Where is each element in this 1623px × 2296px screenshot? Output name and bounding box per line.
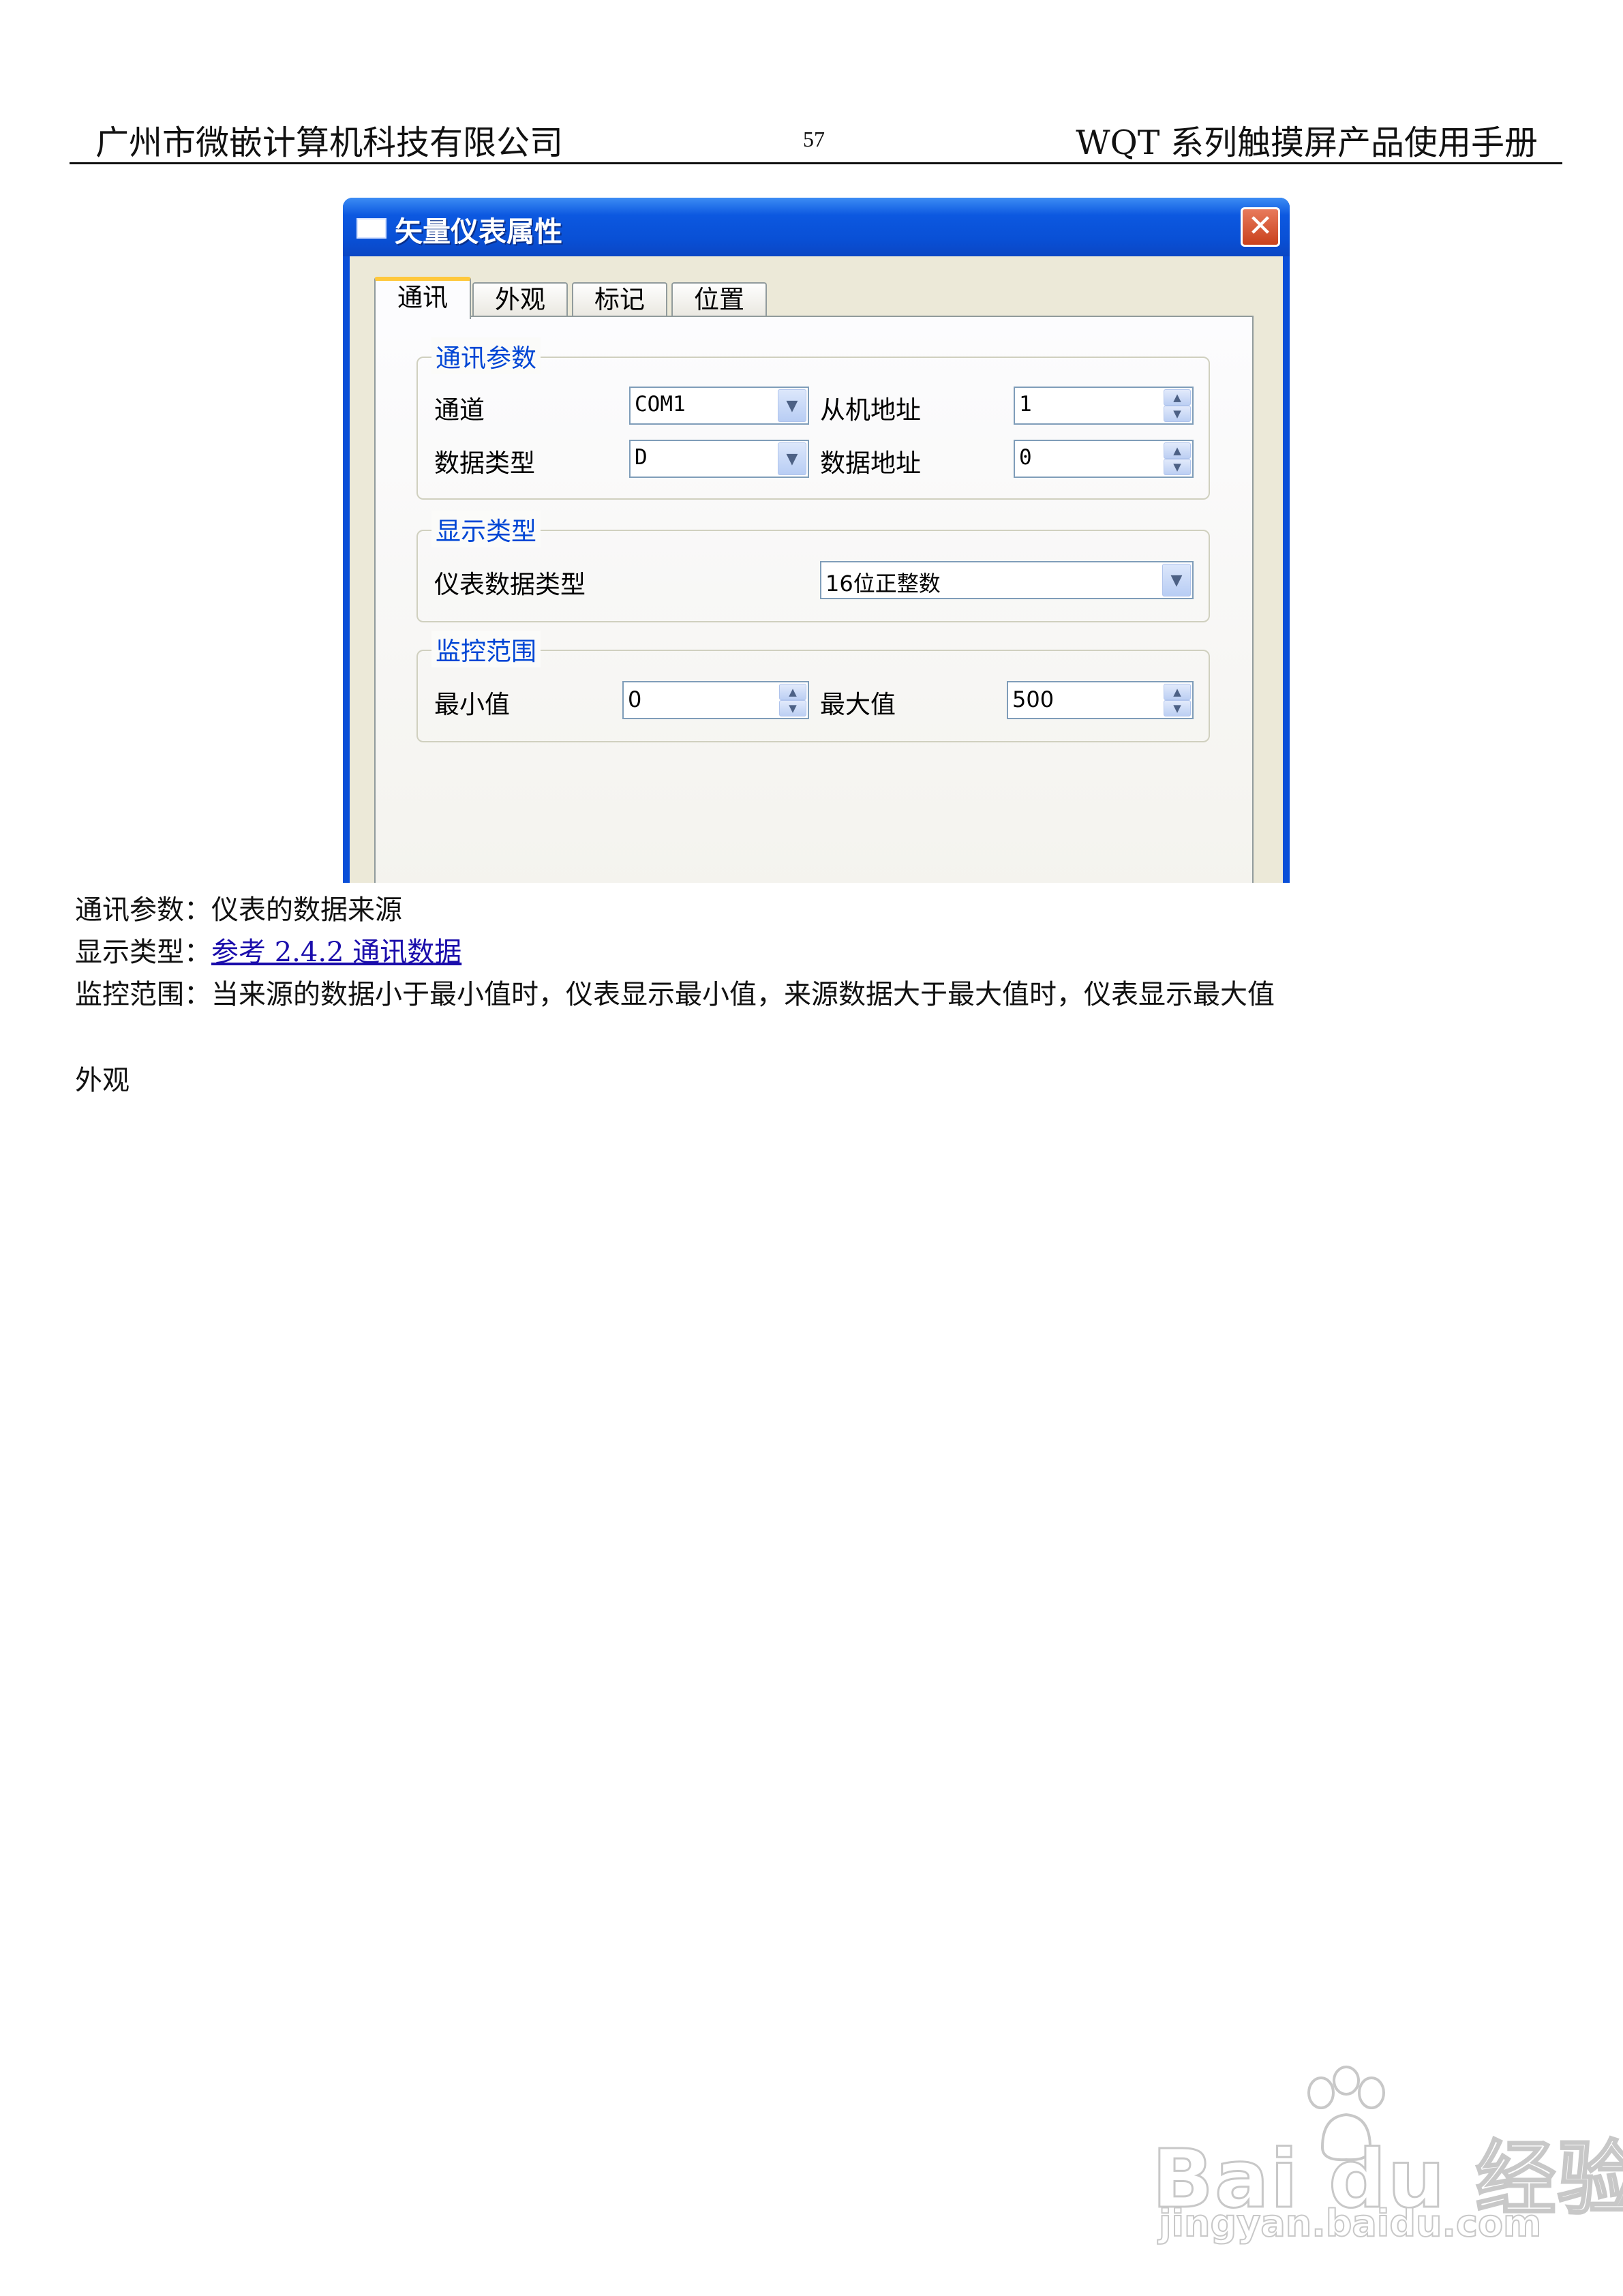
group-title-display: 显示类型 [431,511,541,547]
vector-meter-properties-dialog: 矢量仪表属性 ✕ 通讯 外观 标记 位置 通讯参数 通道 COM1 ▼ 从机地址… [343,198,1290,883]
header-company: 广州市微嵌计算机科技有限公司 [95,123,564,162]
max-value-stepper[interactable]: 500 ▲ ▼ [1007,681,1194,719]
desc-display-label: 显示类型： [75,937,211,968]
desc-comm-text: 仪表的数据来源 [211,894,402,926]
desc-display-type: 显示类型：参考 2.4.2 通讯数据 [75,930,461,969]
data-address-label: 数据地址 [820,449,921,478]
tab-appearance[interactable]: 外观 [472,282,568,318]
baidu-jingyan-watermark: Bai du 经验 jingyan.baidu.com [1151,2066,1623,2246]
spin-down-icon[interactable]: ▼ [1164,459,1191,475]
reference-link[interactable]: 参考 2.4.2 通讯数据 [211,937,461,968]
group-title-comm: 通讯参数 [431,337,541,374]
min-value: 0 [628,686,642,712]
channel-value: COM1 [635,392,686,417]
chevron-down-icon[interactable]: ▼ [778,389,806,422]
data-type-value: D [635,445,648,470]
desc-comm-params: 通讯参数：仪表的数据来源 [75,888,402,927]
section-heading-appearance: 外观 [75,1065,130,1096]
min-value-label: 最小值 [434,690,510,719]
dialog-titlebar[interactable]: 矢量仪表属性 ✕ [343,198,1290,256]
window-icon [357,218,386,239]
chevron-down-icon[interactable]: ▼ [1162,564,1191,596]
spin-up-icon[interactable]: ▲ [1164,684,1191,700]
data-address-stepper[interactable]: 0 ▲ ▼ [1014,440,1194,478]
header-manual-title: WQT 系列触摸屏产品使用手册 [1076,123,1538,162]
close-button[interactable]: ✕ [1241,207,1280,247]
desc-monitor-range: 监控范围：当来源的数据小于最小值时，仪表显示最小值，来源数据大于最大值时，仪表显… [75,972,1275,1012]
meter-data-type-select[interactable]: 16位正整数 ▼ [820,561,1194,599]
channel-select[interactable]: COM1 ▼ [629,387,809,425]
watermark-url: jingyan.baidu.com [1158,2201,1542,2246]
data-type-select[interactable]: D ▼ [629,440,809,478]
meter-data-type-label: 仪表数据类型 [434,570,586,599]
min-value-stepper[interactable]: 0 ▲ ▼ [622,681,809,719]
max-value-label: 最大值 [820,690,896,719]
group-display-type: 显示类型 仪表数据类型 16位正整数 ▼ [416,511,1210,622]
group-monitor-range: 监控范围 最小值 0 ▲ ▼ 最大值 500 ▲ ▼ [416,631,1210,742]
spin-down-icon[interactable]: ▼ [779,700,806,716]
dialog-client-area: 通讯 外观 标记 位置 通讯参数 通道 COM1 ▼ 从机地址 1 ▲ ▼ 数据类… [350,256,1283,883]
dialog-title: 矢量仪表属性 [395,215,562,248]
meter-data-type-value: 16位正整数 [825,571,941,596]
tab-position[interactable]: 位置 [671,282,767,318]
spin-down-icon[interactable]: ▼ [1164,406,1191,422]
chevron-down-icon[interactable]: ▼ [778,442,806,475]
desc-comm-label: 通讯参数： [75,894,211,926]
channel-label: 通道 [434,395,485,425]
max-value: 500 [1012,686,1055,712]
spin-up-icon[interactable]: ▲ [779,684,806,700]
spin-down-icon[interactable]: ▼ [1164,700,1191,716]
slave-address-label: 从机地址 [820,395,921,425]
tab-communication[interactable]: 通讯 [374,277,471,319]
tab-panel-communication: 通讯参数 通道 COM1 ▼ 从机地址 1 ▲▼ 数据类型 D ▼ 数据地址 [374,316,1254,883]
data-address-value: 0 [1019,445,1032,470]
group-title-range: 监控范围 [431,631,541,667]
group-comm-params: 通讯参数 通道 COM1 ▼ 从机地址 1 ▲▼ 数据类型 D ▼ 数据地址 [416,337,1210,500]
desc-range-text: 当来源的数据小于最小值时，仪表显示最小值，来源数据大于最大值时，仪表显示最大值 [211,979,1275,1010]
data-type-label: 数据类型 [434,449,535,478]
slave-address-value: 1 [1019,392,1032,417]
slave-address-stepper[interactable]: 1 ▲ ▼ [1014,387,1194,425]
spin-up-icon[interactable]: ▲ [1164,442,1191,459]
tab-markers[interactable]: 标记 [572,282,667,318]
header-rule [70,162,1562,164]
close-icon: ✕ [1247,209,1273,243]
page-number: 57 [803,127,825,151]
desc-range-label: 监控范围： [75,979,211,1010]
spin-up-icon[interactable]: ▲ [1164,389,1191,406]
